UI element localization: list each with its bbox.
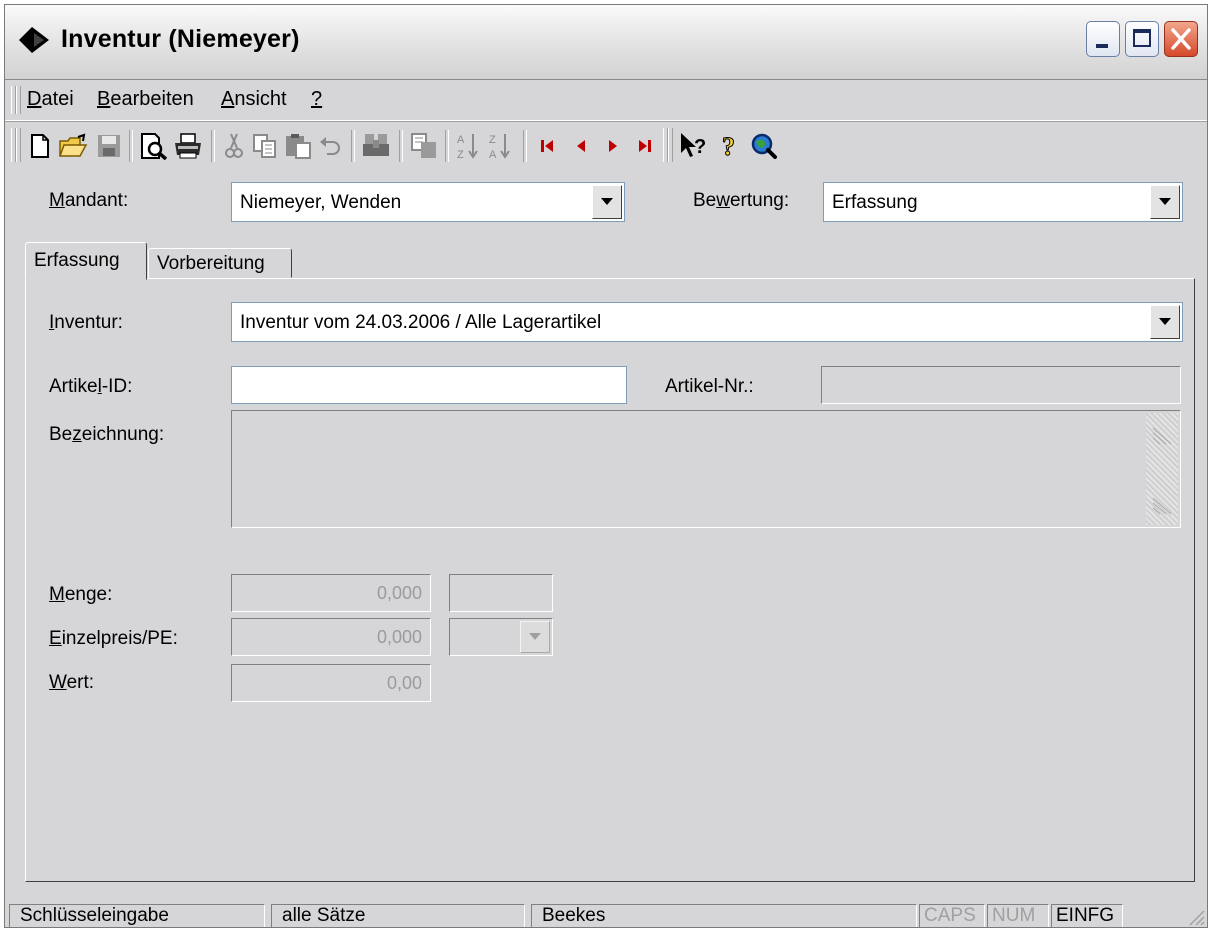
toolbar-grip-2[interactable] [16,128,21,162]
paste-icon[interactable] [283,132,313,160]
status-user: Beekes [531,904,917,927]
einzelpreis-input[interactable]: 0,000 [231,618,431,656]
menge-input[interactable]: 0,000 [231,574,431,612]
mandant-value: Niemeyer, Wenden [240,192,402,213]
undo-icon[interactable] [317,132,343,160]
next-record-icon[interactable] [601,132,625,160]
menu-ansicht[interactable]: Ansicht [221,88,287,111]
chevron-down-icon [601,198,613,205]
search-web-icon[interactable] [749,132,779,160]
replace-icon[interactable] [409,132,439,160]
inventur-value: Inventur vom 24.03.2006 / Alle Lagerarti… [240,312,602,333]
toolbar-separator [129,130,133,162]
mandant-label: Mandant: [49,190,129,211]
print-preview-icon[interactable] [139,132,169,160]
status-bar: Schlüsseleingabe alle Sätze Beekes CAPS … [5,902,1207,927]
einzelpreis-value: 0,000 [376,627,422,647]
tab-erfassung[interactable]: Erfassung [25,242,147,280]
scroll-down-arrow-icon [1152,497,1172,515]
last-record-icon[interactable] [633,132,657,160]
new-file-icon[interactable] [27,132,53,160]
menu-bearbeiten[interactable]: Bearbeiten [97,88,194,111]
artikel-nr-input[interactable] [821,366,1181,404]
open-folder-icon[interactable] [57,132,89,160]
close-button[interactable] [1164,21,1198,57]
mandant-dropdown-button[interactable] [592,185,622,219]
artikel-nr-label: Artikel-Nr.: [665,376,754,397]
save-disk-icon[interactable] [95,132,123,160]
menu-datei[interactable]: Datei [27,88,74,111]
first-record-icon[interactable] [535,132,559,160]
printer-icon[interactable] [173,132,203,160]
inventur-dropdown-button[interactable] [1150,305,1180,339]
minimize-button[interactable] [1086,21,1120,57]
toolbar-grip-4[interactable] [668,128,673,162]
einzelpreis-label: Einzelpreis/PE: [49,628,178,649]
toolbar-separator [445,130,449,162]
size-grip-icon[interactable] [1185,908,1205,926]
cut-icon[interactable] [221,132,247,160]
toolbar-separator [523,130,527,162]
svg-text:Z: Z [489,134,496,146]
wert-input[interactable]: 0,00 [231,664,431,702]
menge-value: 0,000 [376,583,422,603]
einzelpreis-unit-combobox[interactable] [449,618,553,656]
status-caps: CAPS [919,904,985,927]
sort-descending-icon[interactable]: ZA [487,132,515,161]
help-icon[interactable]: ? [717,132,745,162]
toolbar: AZ ZA ? ? [5,122,1207,168]
wert-label: Wert: [49,672,95,693]
svg-text:A: A [489,149,497,161]
maximize-button[interactable] [1125,21,1159,57]
bewertung-dropdown-button[interactable] [1150,185,1180,219]
chevron-down-icon [529,633,541,640]
window-title: Inventur (Niemeyer) [61,25,300,53]
menu-bar: Datei Bearbeiten Ansicht ? [5,80,1207,121]
menu-help[interactable]: ? [311,88,322,111]
status-mode: Schlüsseleingabe [9,904,265,927]
svg-text:?: ? [694,136,706,158]
bezeichnung-textarea[interactable] [231,410,1181,528]
title-bar[interactable]: Inventur (Niemeyer) [5,5,1207,80]
menubar-grip-2[interactable] [16,86,21,114]
toolbar-separator [351,130,355,162]
toolbar-separator [211,130,215,162]
inventur-label: Inventur: [49,312,123,333]
bewertung-label: Bewertung: [693,190,790,211]
close-icon [1171,28,1191,50]
copy-icon[interactable] [251,132,279,160]
svg-text:A: A [457,134,465,146]
chevron-down-icon [1159,318,1171,325]
app-diamond-icon [19,27,49,53]
chevron-down-icon [1159,198,1171,205]
client-area: Datei Bearbeiten Ansicht ? A Z Z A ? ? M… [5,80,1207,927]
svg-text:Z: Z [457,149,464,161]
bezeichnung-label: Bezeichnung: [49,424,165,445]
menge-label: Menge: [49,584,113,605]
status-filter: alle Sätze [271,904,525,927]
scroll-up-arrow-icon [1152,427,1172,445]
context-help-icon[interactable]: ? [677,132,711,160]
inventur-window: Inventur (Niemeyer) Datei Bearbeiten Ans… [4,4,1208,928]
find-icon[interactable] [361,132,393,160]
previous-record-icon[interactable] [569,132,593,160]
bewertung-combobox[interactable]: Erfassung [823,182,1183,222]
toolbar-separator [399,130,403,162]
svg-text:?: ? [722,132,735,161]
mandant-combobox[interactable]: Niemeyer, Wenden [231,182,625,222]
artikel-id-label: Artikel-ID: [49,376,133,397]
status-num: NUM [987,904,1049,927]
minimize-icon [1096,44,1108,48]
einzelpreis-unit-dropdown-button[interactable] [520,621,550,653]
inventur-combobox[interactable]: Inventur vom 24.03.2006 / Alle Lagerarti… [231,302,1183,342]
sort-ascending-icon[interactable]: AZ [455,132,483,161]
status-insert: EINFG [1051,904,1123,927]
artikel-id-input[interactable] [231,366,627,404]
bezeichnung-scrollbar[interactable] [1146,413,1178,525]
tab-vorbereitung[interactable]: Vorbereitung [148,248,292,278]
bewertung-value: Erfassung [832,192,918,213]
maximize-icon [1133,29,1151,47]
wert-value: 0,00 [386,673,422,693]
menge-unit-input[interactable] [449,574,553,612]
